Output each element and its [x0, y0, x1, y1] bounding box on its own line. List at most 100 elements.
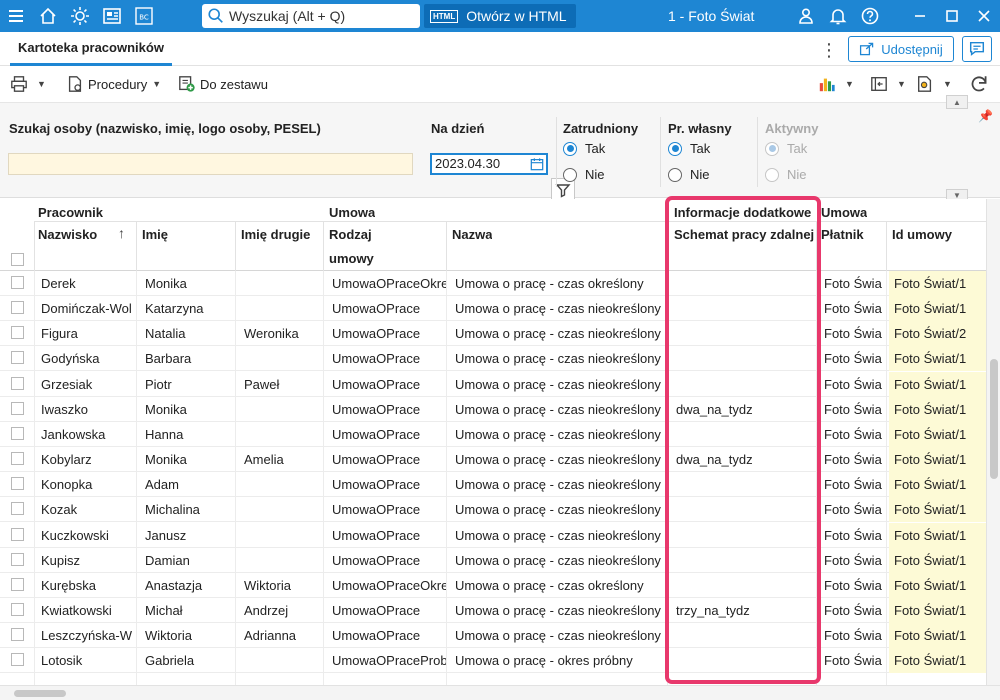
row-checkbox[interactable] — [11, 653, 24, 667]
chat-button[interactable] — [962, 36, 992, 62]
column-header-payer[interactable]: Płatnik — [821, 227, 864, 242]
user-icon[interactable] — [790, 0, 822, 32]
collapse-up-icon[interactable]: ▲ — [946, 95, 968, 109]
cell-contract-type: UmowaOPrace — [332, 376, 421, 392]
table-row[interactable]: Kobylarz Monika Amelia UmowaOPrace Umowa o p… — [0, 447, 986, 473]
row-checkbox[interactable] — [11, 502, 24, 516]
cell-name: Katarzyna — [145, 301, 204, 317]
more-options-icon[interactable]: ⋮ — [820, 40, 838, 61]
calendar-icon[interactable] — [530, 157, 544, 171]
table-row[interactable]: Konopka Adam UmowaOPrace Umowa o pracę - cz… — [0, 472, 986, 498]
share-button[interactable]: Udostępnij — [848, 36, 954, 62]
row-checkbox[interactable] — [11, 527, 24, 541]
table-row[interactable]: Derek Monika UmowaOPraceOkre Umowa o pracę … — [0, 271, 986, 296]
global-search-input[interactable]: Wyszukaj (Alt + Q) — [202, 4, 420, 28]
row-checkbox[interactable] — [11, 602, 24, 616]
refresh-button[interactable] — [968, 73, 994, 95]
employed-yes-radio[interactable]: Tak — [563, 141, 605, 156]
sun-icon[interactable] — [64, 0, 96, 32]
table-row[interactable]: Kwiatkowski Michał Andrzej UmowaOPrace Umowa… — [0, 597, 986, 623]
row-checkbox[interactable] — [11, 426, 24, 440]
cell-contract-name: Umowa o pracę - czas nieokreślony — [455, 552, 661, 568]
cell-contract-name: Umowa o pracę - czas nieokreślony — [455, 452, 661, 468]
search-person-input[interactable] — [8, 153, 413, 175]
row-checkbox[interactable] — [11, 376, 24, 390]
row-checkbox[interactable] — [11, 401, 24, 415]
cell-contract-name: Umowa o pracę - czas określony — [455, 276, 644, 291]
own-employee-no-radio[interactable]: Nie — [668, 167, 710, 182]
add-to-set-button[interactable]: Do zestawu — [178, 73, 268, 95]
cell-remote-schema — [671, 497, 816, 522]
table-row[interactable]: Domińczak-Wol Katarzyna UmowaOPrace Umowa o… — [0, 296, 986, 322]
row-checkbox[interactable] — [11, 276, 24, 289]
column-header-surname[interactable]: Nazwisko — [38, 227, 97, 242]
export-button[interactable]: ▼ — [870, 73, 906, 95]
procedures-button[interactable]: Procedury ▼ — [66, 73, 161, 95]
table-row[interactable]: Kuczkowski Janusz UmowaOPrace Umowa o pracę… — [0, 522, 986, 548]
help-icon[interactable] — [854, 0, 886, 32]
column-header-name[interactable]: Imię — [142, 227, 168, 242]
table-row[interactable]: Lotosik Gabriela UmowaOPraceProb Umowa o pr… — [0, 648, 986, 674]
own-employee-yes-radio[interactable]: Tak — [668, 141, 710, 156]
row-checkbox[interactable] — [11, 477, 24, 491]
horizontal-scrollbar[interactable] — [0, 685, 1000, 700]
grid-header: Pracownik Umowa Informacje dodatkowe Umo… — [0, 199, 986, 271]
maximize-icon[interactable] — [936, 0, 968, 32]
tab-employee-records[interactable]: Kartoteka pracowników — [10, 32, 172, 66]
print-button[interactable]: ▼ — [10, 73, 46, 95]
row-checkbox[interactable] — [11, 452, 24, 466]
row-checkbox[interactable] — [11, 628, 24, 642]
scroll-thumb[interactable] — [990, 359, 998, 479]
column-header-contract-id[interactable]: Id umowy — [892, 227, 952, 242]
column-header-contract-name[interactable]: Nazwa — [452, 227, 492, 242]
pin-icon[interactable]: 📌 — [978, 109, 993, 123]
table-row[interactable]: Iwaszko Monika UmowaOPrace Umowa o pracę - … — [0, 396, 986, 422]
cell-surname: Grzesiak — [41, 376, 93, 392]
cell-surname: Derek — [41, 276, 76, 291]
procedure-doc-icon — [68, 76, 82, 92]
column-header-second-name[interactable]: Imię drugie — [241, 227, 310, 242]
hamburger-menu-icon[interactable] — [0, 0, 32, 32]
settings-button[interactable]: ▼ — [916, 73, 952, 95]
table-row[interactable]: Figura Natalia Weronika UmowaOPrace Umowa o … — [0, 321, 986, 347]
employed-no-radio[interactable]: Nie — [563, 167, 605, 182]
sort-ascending-icon[interactable]: ↑ — [118, 225, 125, 241]
cell-second-name — [239, 548, 323, 573]
table-row[interactable]: Grzesiak Piotr Paweł UmowaOPrace Umowa o pra… — [0, 371, 986, 397]
cell-name: Hanna — [145, 426, 184, 442]
bell-icon[interactable] — [822, 0, 854, 32]
bc-badge-icon[interactable]: BC — [128, 0, 160, 32]
row-checkbox[interactable] — [11, 301, 24, 315]
row-checkbox[interactable] — [11, 552, 24, 566]
company-name[interactable]: 1 - Foto Świat — [668, 8, 754, 24]
chevron-down-icon: ▼ — [152, 79, 162, 89]
table-row[interactable]: Leszczyńska-W Wiktoria Adrianna UmowaOPrace… — [0, 623, 986, 649]
group-header-additional-info: Informacje dodatkowe — [674, 205, 812, 220]
row-checkbox[interactable] — [11, 326, 24, 340]
column-header-remote-schema[interactable]: Schemat pracy zdalnej — [674, 227, 814, 242]
news-icon[interactable] — [96, 0, 128, 32]
select-all-checkbox[interactable] — [11, 253, 24, 266]
open-in-html-button[interactable]: HTML Otwórz w HTML — [424, 4, 576, 28]
table-row[interactable]: Kurębska Anastazja Wiktoria UmowaOPraceOkre… — [0, 572, 986, 598]
date-input[interactable]: 2023.04.30 — [430, 153, 548, 175]
column-header-contract-type[interactable]: Rodzaj — [329, 227, 372, 242]
row-checkbox[interactable] — [11, 351, 24, 365]
vertical-scrollbar[interactable] — [986, 199, 1000, 685]
cell-contract-type: UmowaOPrace — [332, 502, 421, 518]
cell-contract-name: Umowa o pracę - czas nieokreślony — [455, 401, 661, 417]
row-checkbox[interactable] — [11, 577, 24, 591]
minimize-icon[interactable] — [904, 0, 936, 32]
table-row[interactable]: Jankowska Hanna UmowaOPrace Umowa o pracę -… — [0, 421, 986, 447]
table-row[interactable]: Godyńska Barbara UmowaOPrace Umowa o pracę … — [0, 346, 986, 372]
table-row[interactable]: Kozak Michalina UmowaOPrace Umowa o pracę -… — [0, 497, 986, 523]
table-row[interactable]: Kupisz Damian UmowaOPrace Umowa o pracę - c… — [0, 547, 986, 573]
cell-contract-type: UmowaOPrace — [332, 628, 421, 644]
chart-button[interactable]: ▼ — [818, 73, 854, 95]
cell-surname: Kwiatkowski — [41, 602, 112, 618]
cell-contract-name: Umowa o pracę - czas nieokreślony — [455, 426, 661, 442]
close-icon[interactable] — [968, 0, 1000, 32]
home-icon[interactable] — [32, 0, 64, 32]
cell-contract-type: UmowaOPraceOkre — [332, 577, 446, 593]
scroll-thumb[interactable] — [14, 690, 66, 697]
